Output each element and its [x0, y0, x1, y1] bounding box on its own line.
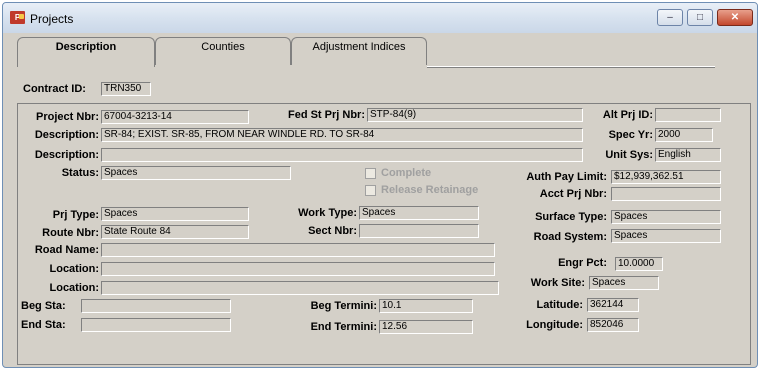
maximize-button[interactable]: □: [687, 9, 713, 26]
surface-type-label: Surface Type:: [535, 211, 607, 223]
latitude-label: Latitude:: [536, 299, 583, 311]
sect-nbr-label: Sect Nbr:: [308, 225, 357, 237]
latitude-field[interactable]: 362144: [587, 298, 639, 312]
engr-pct-field[interactable]: 10.0000: [615, 257, 663, 271]
end-sta-label: End Sta:: [21, 319, 66, 331]
road-name-label: Road Name:: [34, 244, 99, 256]
location-label-1: Location:: [49, 263, 100, 275]
location-label-2: Location:: [49, 282, 100, 294]
road-name-field[interactable]: [101, 243, 495, 257]
spec-yr-field[interactable]: 2000: [655, 128, 713, 142]
end-termini-label: End Termini:: [310, 321, 377, 333]
status-label: Status:: [61, 167, 99, 179]
route-nbr-field[interactable]: State Route 84: [101, 225, 249, 239]
fed-st-prj-nbr-label: Fed St Prj Nbr:: [287, 109, 365, 121]
tab-counties[interactable]: Counties: [155, 37, 291, 65]
acct-prj-nbr-field[interactable]: [611, 187, 721, 201]
beg-termini-field[interactable]: 10.1: [379, 299, 473, 313]
end-sta-field[interactable]: [81, 318, 231, 332]
complete-label: Complete: [381, 167, 432, 179]
description-label-1: Description:: [34, 129, 99, 141]
complete-checkbox[interactable]: [365, 168, 376, 179]
title-bar[interactable]: P Projects – □ ✕: [3, 3, 757, 33]
minimize-button[interactable]: –: [657, 9, 683, 26]
spec-yr-label: Spec Yr:: [608, 129, 653, 141]
prj-type-field[interactable]: Spaces: [101, 207, 249, 221]
tab-description[interactable]: Description: [17, 37, 155, 67]
auth-pay-limit-label: Auth Pay Limit:: [526, 171, 607, 183]
engr-pct-label: Engr Pct:: [558, 257, 607, 269]
end-termini-field[interactable]: 12.56: [379, 320, 473, 334]
alt-prj-id-field[interactable]: [655, 108, 721, 122]
sect-nbr-field[interactable]: [359, 224, 479, 238]
acct-prj-nbr-label: Acct Prj Nbr:: [539, 188, 607, 200]
unit-sys-label: Unit Sys:: [605, 149, 653, 161]
beg-sta-label: Beg Sta:: [21, 300, 66, 312]
auth-pay-limit-field[interactable]: $12,939,362.51: [611, 170, 721, 184]
road-system-field[interactable]: Spaces: [611, 229, 721, 243]
status-field[interactable]: Spaces: [101, 166, 291, 180]
contract-id-field[interactable]: TRN350: [101, 82, 151, 96]
route-nbr-label: Route Nbr:: [42, 227, 99, 239]
tab-strip-line: [427, 66, 715, 68]
release-retainage-label: Release Retainage: [381, 184, 479, 196]
description-label-2: Description:: [34, 149, 99, 161]
longitude-field[interactable]: 852046: [587, 318, 639, 332]
road-system-label: Road System:: [533, 231, 607, 243]
description-field-2[interactable]: [101, 148, 583, 162]
beg-sta-field[interactable]: [81, 299, 231, 313]
project-nbr-field[interactable]: 67004-3213-14: [101, 110, 249, 124]
location-field-2[interactable]: [101, 281, 499, 295]
work-site-label: Work Site:: [530, 277, 585, 289]
work-site-field[interactable]: Spaces: [589, 276, 659, 290]
close-button[interactable]: ✕: [717, 9, 753, 26]
project-nbr-label: Project Nbr:: [36, 111, 99, 123]
longitude-label: Longitude:: [526, 319, 583, 331]
surface-type-field[interactable]: Spaces: [611, 210, 721, 224]
tab-adjustment-indices[interactable]: Adjustment Indices: [291, 37, 427, 65]
release-retainage-checkbox[interactable]: [365, 185, 376, 196]
location-field-1[interactable]: [101, 262, 495, 276]
beg-termini-label: Beg Termini:: [310, 300, 377, 312]
unit-sys-field[interactable]: English: [655, 148, 721, 162]
projects-app-icon: P: [10, 11, 25, 24]
alt-prj-id-label: Alt Prj ID:: [602, 109, 653, 121]
contract-id-label: Contract ID:: [23, 83, 86, 95]
fed-st-prj-nbr-field[interactable]: STP-84(9): [367, 108, 583, 122]
prj-type-label: Prj Type:: [52, 209, 99, 221]
description-field-1[interactable]: SR-84; EXIST. SR-85, FROM NEAR WINDLE RD…: [101, 128, 583, 142]
window-title: Projects: [30, 12, 74, 26]
work-type-label: Work Type:: [298, 207, 357, 219]
projects-window: P Projects – □ ✕ Description Counties Ad…: [2, 2, 758, 368]
work-type-field[interactable]: Spaces: [359, 206, 479, 220]
